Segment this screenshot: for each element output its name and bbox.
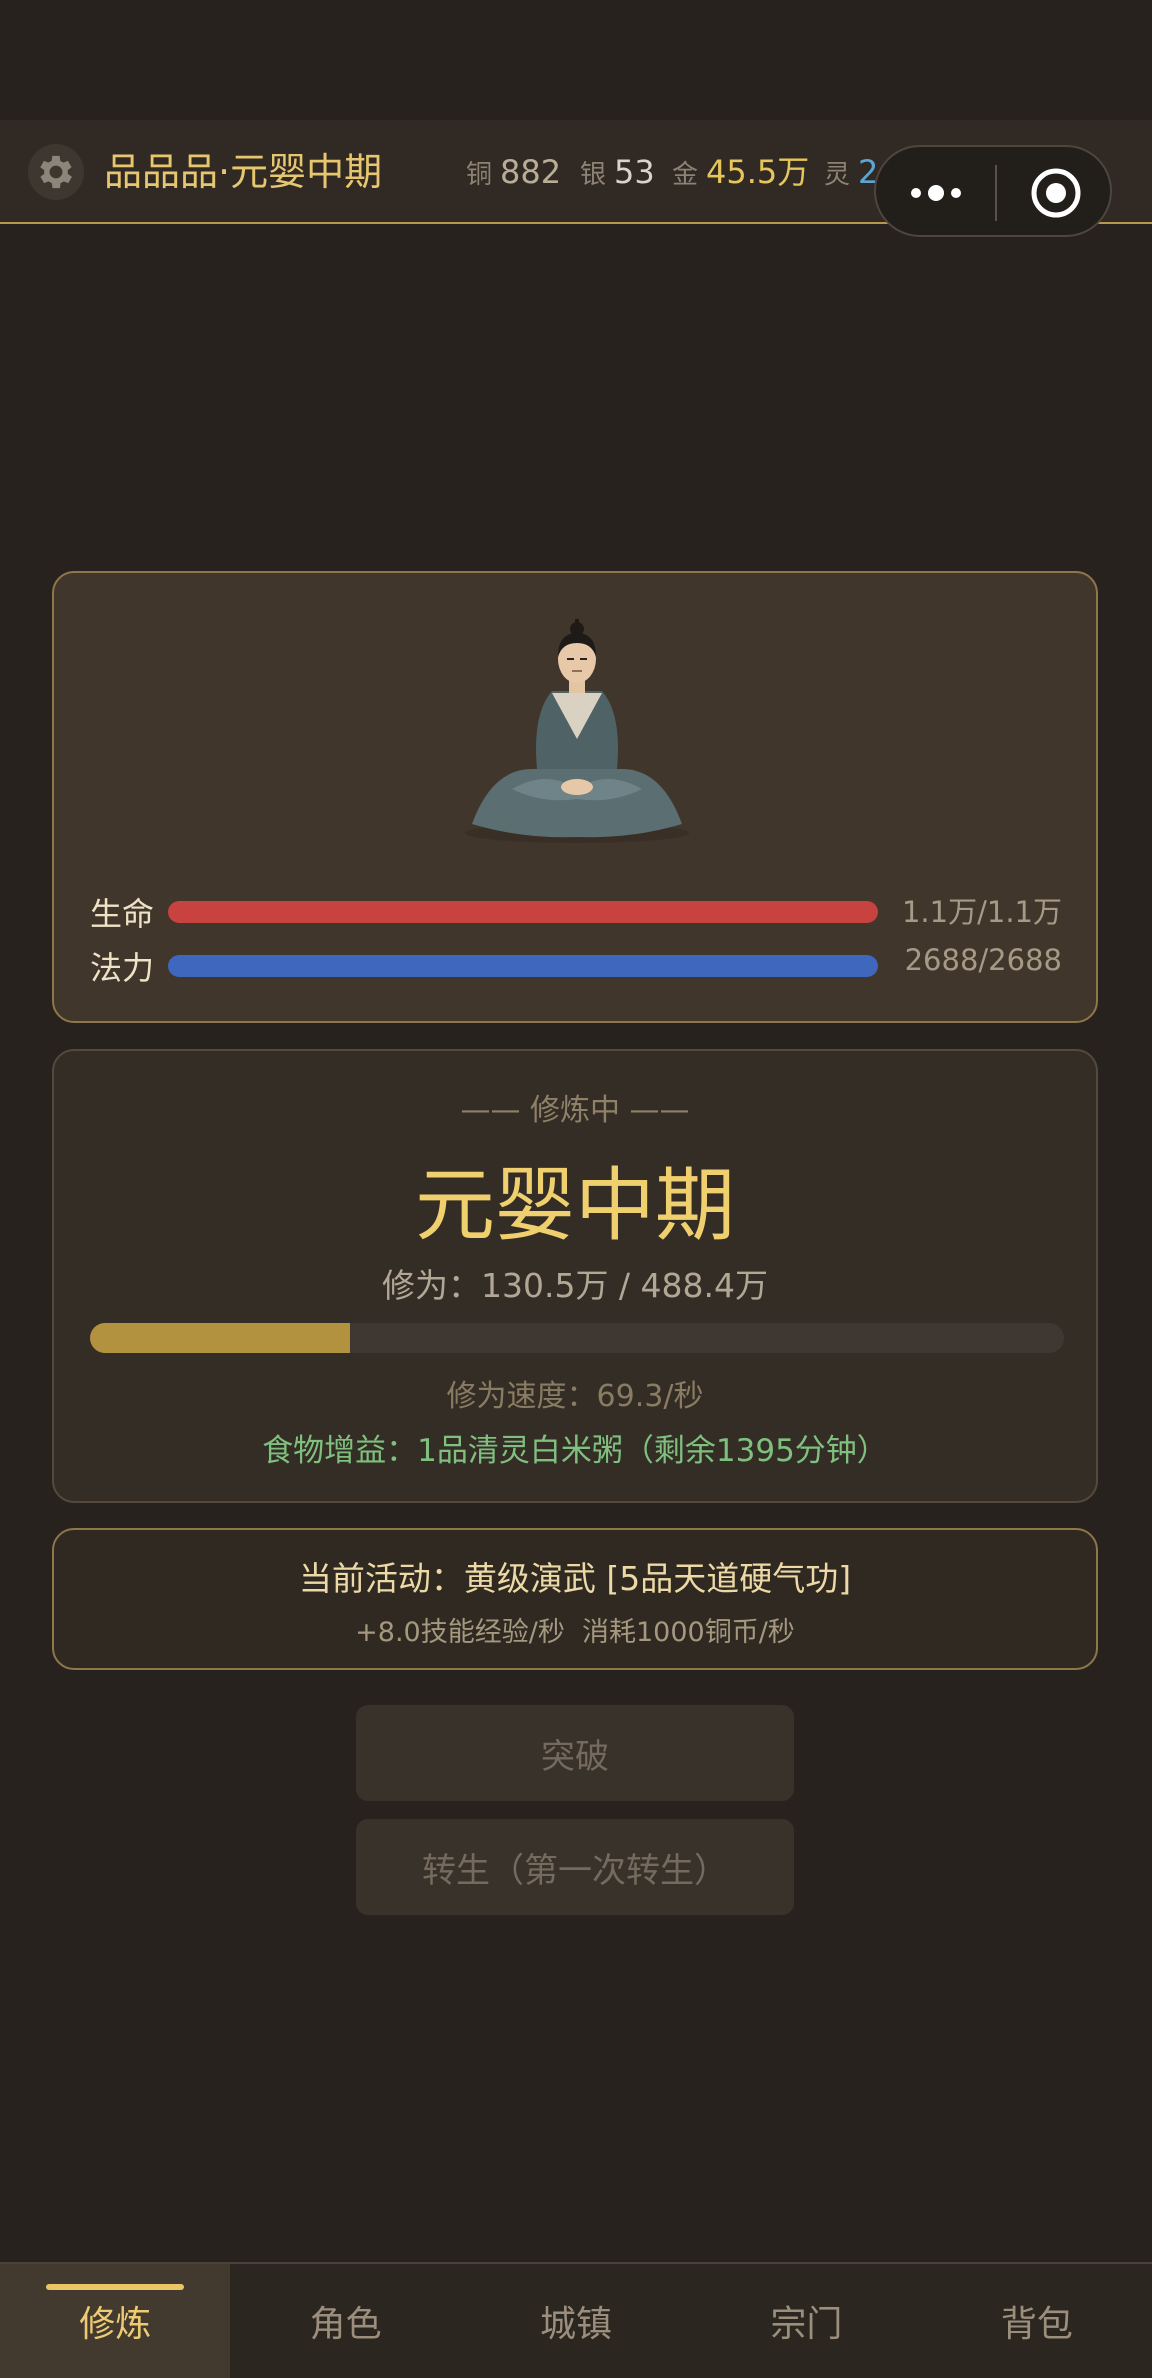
currency-gold-label: 金 xyxy=(672,160,699,190)
mp-value: 2688/2688 xyxy=(904,943,1062,977)
nav-cultivate-label: 修炼 xyxy=(79,2304,152,2345)
currency-gold: 金 45.5万 xyxy=(672,144,809,200)
mp-bar-fill xyxy=(168,955,878,977)
character-panel: 生命 1.1万/1.1万 法力 2688/2688 xyxy=(52,571,1098,1023)
cultivation-panel: —— 修炼中 —— 元婴中期 修为：130.5万 / 488.4万 修为速度：6… xyxy=(52,1049,1098,1503)
currency-copper: 铜 882 xyxy=(466,144,561,200)
activity-title: 当前活动：黄级演武 [5品天道硬气功] xyxy=(298,1559,852,1598)
close-target-icon[interactable] xyxy=(1030,167,1082,219)
hp-value: 1.1万/1.1万 xyxy=(901,895,1062,929)
rebirth-button[interactable]: 转生（第一次转生） xyxy=(356,1819,794,1915)
gear-icon xyxy=(40,155,72,189)
currency-spirit-label: 灵 xyxy=(824,160,851,190)
hp-bar-fill xyxy=(168,901,878,923)
cultivation-progress-fill xyxy=(90,1323,351,1353)
settings-button[interactable] xyxy=(28,144,84,200)
nav-town[interactable]: 城镇 xyxy=(461,2264,691,2378)
nav-bag-label: 背包 xyxy=(1000,2304,1073,2345)
breakthrough-button[interactable]: 突破 xyxy=(356,1705,794,1801)
currency-copper-label: 铜 xyxy=(466,160,493,190)
hp-label: 生命 xyxy=(90,895,155,933)
cultivation-speed: 修为速度：69.3/秒 xyxy=(446,1379,704,1414)
cultivation-progress-bar xyxy=(90,1323,1064,1353)
nav-sect[interactable]: 宗门 xyxy=(691,2264,921,2378)
realm-title: 元婴中期 xyxy=(415,1159,735,1252)
nav-character[interactable]: 角色 xyxy=(230,2264,460,2378)
currency-silver-label: 银 xyxy=(580,160,607,190)
currency-copper-value: 882 xyxy=(500,153,562,191)
food-buff: 食物增益：1品清灵白米粥（剩余1395分钟） xyxy=(262,1433,888,1469)
activity-detail: +8.0技能经验/秒 消耗1000铜币/秒 xyxy=(355,1617,795,1648)
capsule-divider xyxy=(995,165,997,221)
player-title: 品品品·元婴中期 xyxy=(104,150,383,194)
nav-cultivate[interactable]: 修炼 xyxy=(0,2264,231,2378)
nav-character-label: 角色 xyxy=(309,2304,382,2345)
currency-gold-value: 45.5万 xyxy=(706,153,810,191)
miniprogram-capsule xyxy=(874,145,1112,237)
bottom-nav: 修炼 角色 城镇 宗门 背包 xyxy=(0,2262,1152,2378)
currency-silver-value: 53 xyxy=(614,153,655,191)
meditating-cultivator-image xyxy=(465,619,689,843)
nav-active-indicator xyxy=(46,2284,184,2290)
cultivation-progress-text: 修为：130.5万 / 488.4万 xyxy=(381,1266,769,1305)
hp-bar xyxy=(168,901,878,923)
nav-sect-label: 宗门 xyxy=(770,2304,843,2345)
activity-panel: 当前活动：黄级演武 [5品天道硬气功] +8.0技能经验/秒 消耗1000铜币/… xyxy=(52,1528,1098,1670)
mp-label: 法力 xyxy=(90,949,155,987)
currency-silver: 银 53 xyxy=(580,144,655,200)
nav-bag[interactable]: 背包 xyxy=(922,2264,1152,2378)
nav-town-label: 城镇 xyxy=(540,2304,613,2345)
more-icon[interactable] xyxy=(906,175,968,211)
mp-bar xyxy=(168,955,878,977)
cultivation-status: —— 修炼中 —— xyxy=(460,1093,690,1128)
